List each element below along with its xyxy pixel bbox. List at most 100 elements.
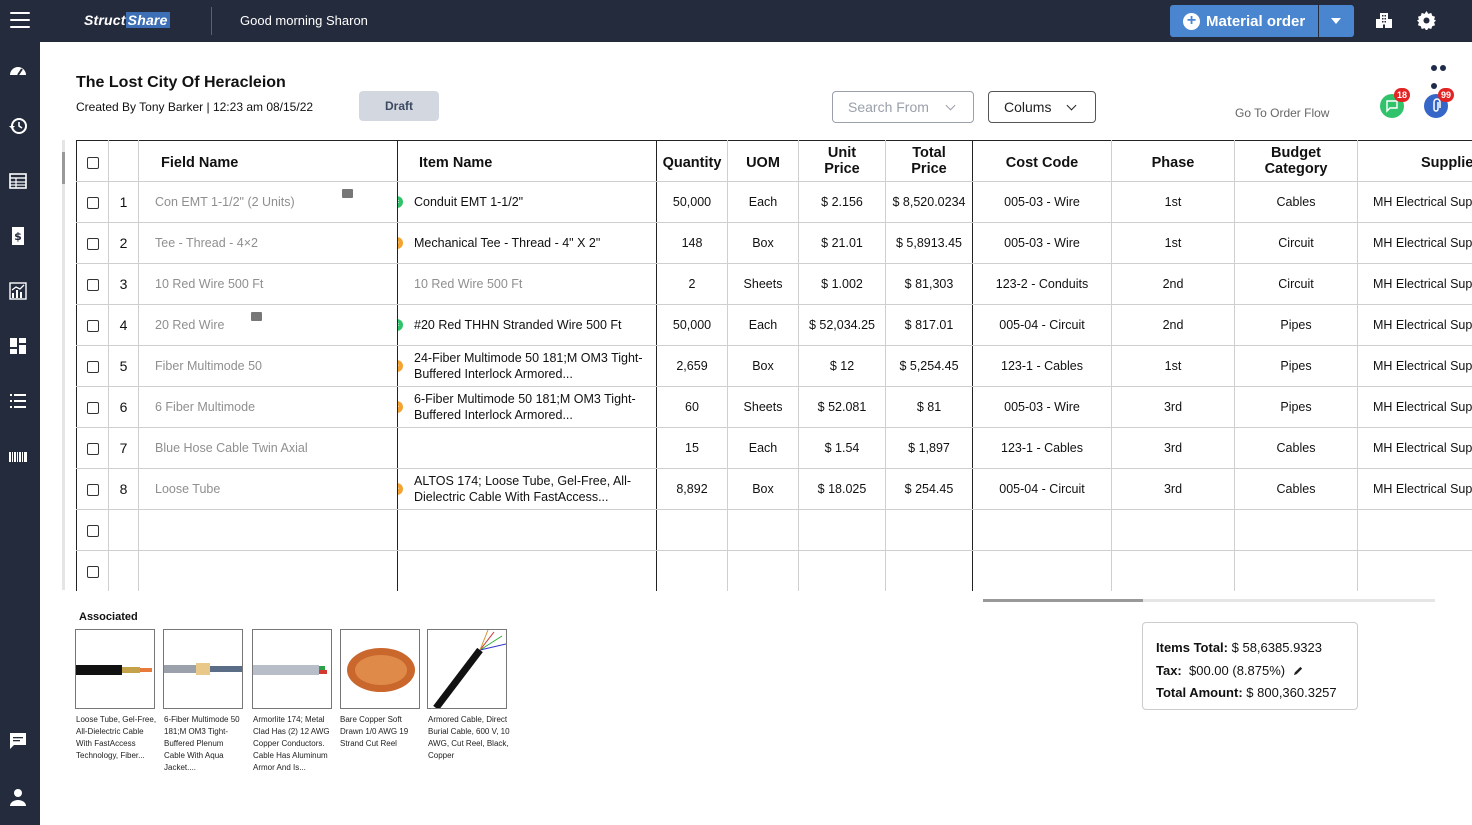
partial-match-icon[interactable]: ~ xyxy=(398,237,403,249)
unit-price-cell[interactable]: $ 1.54 xyxy=(798,427,886,469)
row-checkbox[interactable] xyxy=(86,525,99,538)
unit-price-cell[interactable]: $ 21.01 xyxy=(798,222,886,264)
item-name-cell[interactable]: 10 Red Wire 500 Ft xyxy=(397,263,657,305)
columns-dropdown[interactable]: Colums xyxy=(988,91,1096,123)
row-number-cell[interactable]: 8 xyxy=(108,468,139,510)
item-name-cell[interactable] xyxy=(397,509,657,551)
vertical-scrollbar[interactable] xyxy=(62,140,65,590)
supplier-cell[interactable]: MH Electrical Supply xyxy=(1357,468,1472,510)
cost-code-cell[interactable]: 123-1 - Cables xyxy=(972,427,1112,469)
budget-category-cell[interactable]: Circuit xyxy=(1234,263,1358,305)
field-name-cell[interactable] xyxy=(138,509,398,551)
uom-cell[interactable]: Each xyxy=(727,181,799,223)
total-price-cell[interactable]: $ 81,303 xyxy=(885,263,973,305)
table-row[interactable]: 5 Fiber Multimode 50 24-Fiber Multimode 50… xyxy=(76,345,1472,387)
field-name-cell[interactable]: 10 Red Wire 500 Ft xyxy=(138,263,398,305)
budget-category-cell[interactable]: Pipes xyxy=(1234,386,1358,428)
quantity-cell[interactable]: 2 xyxy=(656,263,728,305)
row-checkbox[interactable] xyxy=(86,566,99,579)
row-number-cell[interactable]: 5 xyxy=(108,345,139,387)
supplier-cell[interactable] xyxy=(1357,550,1472,591)
phase-cell[interactable]: 3rd xyxy=(1111,468,1235,510)
cost-code-cell[interactable]: 123-2 - Conduits xyxy=(972,263,1112,305)
row-number-cell[interactable]: 3 xyxy=(108,263,139,305)
dashboard-gauge-icon[interactable] xyxy=(9,62,27,80)
cost-code-cell[interactable]: 005-03 - Wire xyxy=(972,181,1112,223)
total-price-cell[interactable] xyxy=(885,550,973,591)
supplier-cell[interactable]: MH Electrical Supply xyxy=(1357,304,1472,346)
row-number-cell[interactable]: 1 xyxy=(108,181,139,223)
quantity-cell[interactable]: 8,892 xyxy=(656,468,728,510)
chat-icon[interactable] xyxy=(9,732,27,750)
table-row[interactable] xyxy=(76,509,1472,551)
item-name-cell[interactable] xyxy=(397,550,657,591)
total-price-cell[interactable] xyxy=(885,509,973,551)
uom-cell[interactable]: Sheets xyxy=(727,386,799,428)
item-name-cell[interactable]: #20 Red THHN Stranded Wire 500 Ft = xyxy=(397,304,657,346)
partial-match-icon[interactable]: ~ xyxy=(398,401,403,413)
more-options-icon[interactable] xyxy=(1431,58,1457,89)
supplier-cell[interactable]: MH Electrical Supply xyxy=(1357,181,1472,223)
field-name-cell[interactable]: 6 Fiber Multimode xyxy=(138,386,398,428)
phase-cell[interactable]: 1st xyxy=(1111,345,1235,387)
column-header-cost-code[interactable]: Cost Code xyxy=(972,140,1112,182)
quantity-cell[interactable] xyxy=(656,550,728,591)
item-name-cell[interactable]: Mechanical Tee - Thread - 4" X 2" ~ xyxy=(397,222,657,264)
unit-price-cell[interactable]: $ 1.002 xyxy=(798,263,886,305)
total-price-cell[interactable]: $ 81 xyxy=(885,386,973,428)
column-header-field-name[interactable]: Field Name xyxy=(138,140,398,182)
phase-cell[interactable]: 3rd xyxy=(1111,427,1235,469)
quantity-cell[interactable] xyxy=(656,509,728,551)
menu-icon[interactable] xyxy=(10,12,30,30)
field-name-cell[interactable]: Loose Tube xyxy=(138,468,398,510)
table-row[interactable]: 7 Blue Hose Cable Twin Axial 15 Each $ 1.54 $… xyxy=(76,427,1472,469)
unit-price-cell[interactable]: $ 2.156 xyxy=(798,181,886,223)
go-to-order-flow-link[interactable]: Go To Order Flow xyxy=(1235,106,1329,120)
row-number-cell[interactable] xyxy=(108,550,139,591)
total-price-cell[interactable]: $ 254.45 xyxy=(885,468,973,510)
cost-code-cell[interactable]: 123-1 - Cables xyxy=(972,345,1112,387)
budget-category-cell[interactable]: Circuit xyxy=(1234,222,1358,264)
uom-cell[interactable]: Each xyxy=(727,427,799,469)
grid-layout-icon[interactable] xyxy=(9,337,27,355)
total-price-cell[interactable]: $ 1,897 xyxy=(885,427,973,469)
partial-match-icon[interactable]: ~ xyxy=(398,483,403,495)
comment-icon[interactable] xyxy=(251,312,262,321)
row-number-cell[interactable]: 2 xyxy=(108,222,139,264)
budget-category-cell[interactable]: Pipes xyxy=(1234,304,1358,346)
list-icon[interactable] xyxy=(9,392,27,410)
uom-cell[interactable]: Box xyxy=(727,222,799,264)
row-checkbox[interactable] xyxy=(86,402,99,415)
row-checkbox[interactable] xyxy=(86,197,99,210)
column-header-phase[interactable]: Phase xyxy=(1111,140,1235,182)
row-checkbox[interactable] xyxy=(86,484,99,497)
row-checkbox[interactable] xyxy=(86,320,99,333)
table-row[interactable]: 1 Con EMT 1-1/2" (2 Units) Conduit EMT 1-1… xyxy=(76,181,1472,223)
table-row[interactable]: 4 20 Red Wire #20 Red THHN Stranded Wire 5… xyxy=(76,304,1472,346)
cost-code-cell[interactable]: 005-03 - Wire xyxy=(972,222,1112,264)
uom-cell[interactable]: Each xyxy=(727,304,799,346)
select-all-checkbox[interactable] xyxy=(86,157,99,170)
uom-cell[interactable]: Box xyxy=(727,468,799,510)
budget-category-cell[interactable]: Cables xyxy=(1234,468,1358,510)
row-number-cell[interactable] xyxy=(108,509,139,551)
field-name-cell[interactable]: Con EMT 1-1/2" (2 Units) xyxy=(138,181,398,223)
supplier-cell[interactable]: MH Electrical Supply xyxy=(1357,263,1472,305)
comments-button[interactable]: 18 xyxy=(1380,88,1410,118)
phase-cell[interactable] xyxy=(1111,550,1235,591)
uom-cell[interactable]: Sheets xyxy=(727,263,799,305)
table-row[interactable]: 8 Loose Tube ALTOS 174; Loose Tube, Gel-Fr… xyxy=(76,468,1472,510)
unit-price-cell[interactable] xyxy=(798,550,886,591)
building-icon[interactable] xyxy=(1376,12,1392,29)
associated-product-thumb[interactable] xyxy=(163,629,243,709)
uom-cell[interactable] xyxy=(727,509,799,551)
user-icon[interactable] xyxy=(9,788,27,806)
item-name-cell[interactable]: 6-Fiber Multimode 50 181;M OM3 Tight-Buf… xyxy=(397,386,657,428)
phase-cell[interactable]: 2nd xyxy=(1111,263,1235,305)
quantity-cell[interactable]: 50,000 xyxy=(656,304,728,346)
row-checkbox[interactable] xyxy=(86,443,99,456)
budget-category-cell[interactable]: Pipes xyxy=(1234,345,1358,387)
cost-code-cell[interactable]: 005-04 - Circuit xyxy=(972,468,1112,510)
uom-cell[interactable] xyxy=(727,550,799,591)
material-order-button[interactable]: + Material order xyxy=(1170,5,1318,37)
